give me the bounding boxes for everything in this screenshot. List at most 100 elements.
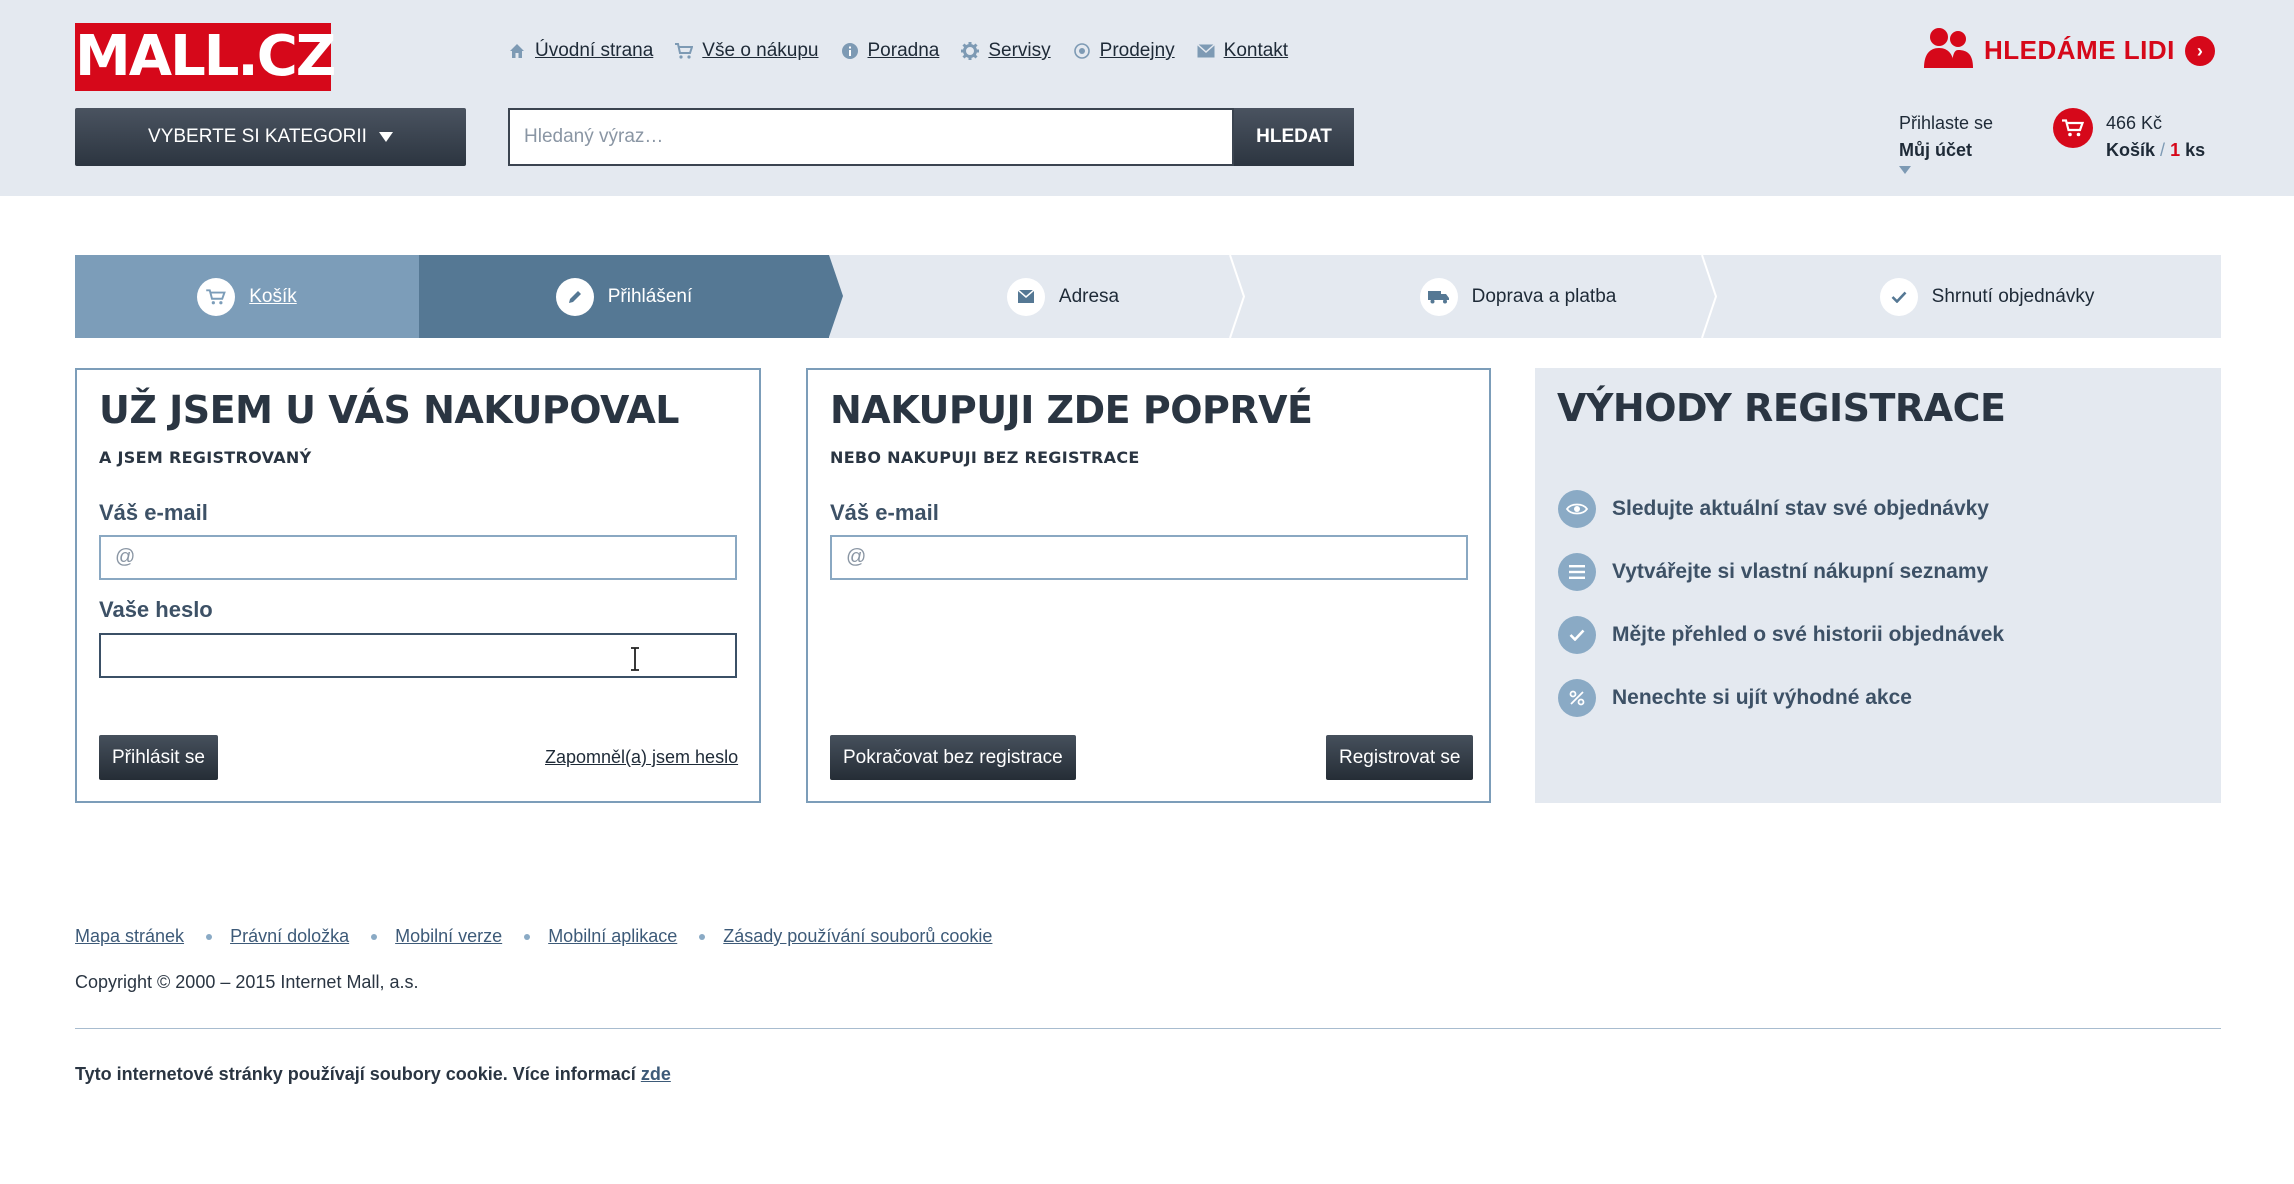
hiring-label: HLEDÁME LIDI [1984, 35, 2175, 65]
category-button[interactable]: VYBERTE SI KATEGORII [75, 108, 466, 166]
nav-contact[interactable]: Kontakt [1196, 40, 1289, 62]
info-icon [841, 42, 859, 60]
cart-summary[interactable]: 466 Kč Košík / 1 ks [2106, 110, 2205, 164]
footer-link-mobile-app[interactable]: Mobilní aplikace [548, 926, 677, 947]
cookie-info-link[interactable]: zde [641, 1064, 671, 1084]
eye-icon [1558, 490, 1596, 528]
step-divider [1229, 255, 1246, 338]
mail-icon [1196, 42, 1215, 60]
register-button[interactable]: Registrovat se [1326, 735, 1474, 780]
cart-price: 466 Kč [2106, 113, 2163, 133]
forgot-password-link[interactable]: Zapomněl(a) jsem heslo [545, 747, 738, 768]
step-divider [1701, 255, 1718, 338]
new-customer-email-field[interactable] [830, 535, 1468, 580]
cookie-notice-text: Tyto internetové stránky používají soubo… [75, 1064, 636, 1084]
login-password-field[interactable] [99, 633, 737, 678]
email-label: Váš e-mail [830, 500, 939, 525]
nav-advice-label: Poradna [867, 40, 940, 61]
benefit-item: Sledujte aktuální stav své objednávky [1558, 490, 1989, 528]
caret-down-icon [1899, 166, 1911, 174]
new-customer-subtitle: NEBO NAKUPUJI BEZ REGISTRACE [830, 448, 1140, 467]
login-button[interactable]: Přihlásit se [99, 735, 218, 780]
step-shipping: Doprava a platba [1283, 255, 1753, 338]
text-cursor-icon [631, 647, 639, 671]
footer-link-sitemap[interactable]: Mapa stránek [75, 926, 184, 947]
top-navigation: Úvodní strana Vše o nákupu Poradna Servi… [508, 40, 1288, 62]
benefit-text: Sledujte aktuální stav své objednávky [1612, 497, 1989, 520]
search-input[interactable] [508, 108, 1234, 166]
home-icon [508, 42, 526, 60]
people-icon [1922, 26, 1974, 75]
registration-benefits-panel: VÝHODY REGISTRACE Sledujte aktuální stav… [1535, 368, 2221, 803]
step-summary-label: Shrnutí objednávky [1931, 285, 2095, 307]
cart-icon [197, 277, 236, 316]
new-customer-title: NAKUPUJI ZDE POPRVÉ [830, 388, 1313, 432]
chevron-right-icon: › [2184, 35, 2215, 66]
cookie-notice: Tyto internetové stránky používají soubo… [75, 1064, 671, 1085]
step-cart-label: Košík [249, 285, 297, 307]
nav-services[interactable]: Servisy [961, 40, 1051, 62]
step-shipping-label: Doprava a platba [1471, 285, 1617, 307]
nav-stores-label: Prodejny [1099, 40, 1175, 61]
cart-count: 1 [2170, 140, 2181, 160]
step-arrow [829, 255, 843, 337]
footer-separator [206, 933, 213, 940]
footer-link-legal[interactable]: Právní doložka [230, 926, 349, 947]
login-panel: UŽ JSEM U VÁS NAKUPOVAL A JSEM REGISTROV… [75, 368, 761, 803]
percent-icon [1558, 679, 1596, 717]
caret-down-icon [378, 132, 393, 142]
nav-stores[interactable]: Prodejny [1073, 40, 1175, 62]
benefits-title: VÝHODY REGISTRACE [1557, 386, 2006, 430]
footer-separator [371, 933, 378, 940]
category-button-label: VYBERTE SI KATEGORII [148, 126, 367, 147]
account-login-prompt: Přihlaste se [1899, 113, 1994, 133]
gear-icon [961, 42, 980, 60]
location-icon [1073, 42, 1091, 60]
benefit-item: Vytvářejte si vlastní nákupní seznamy [1558, 553, 1988, 591]
step-login-label: Přihlášení [607, 285, 693, 307]
footer-link-cookie-policy[interactable]: Zásady používání souborů cookie [723, 926, 992, 947]
password-label: Vaše heslo [99, 597, 213, 622]
cart-unit: ks [2185, 140, 2206, 160]
cart-line: Košík / 1 ks [2106, 137, 2205, 164]
benefit-text: Nenechte si ujít výhodné akce [1612, 686, 1912, 709]
footer-link-mobile-version[interactable]: Mobilní verze [395, 926, 502, 947]
benefit-text: Mějte přehled o své historii objednávek [1612, 623, 2005, 646]
footer-separator [699, 933, 706, 940]
nav-advice[interactable]: Poradna [841, 40, 940, 62]
pencil-icon [555, 277, 594, 316]
cart-icon[interactable] [2053, 108, 2093, 148]
benefit-item: Mějte přehled o své historii objednávek [1558, 616, 2004, 654]
cart-separator: / [2160, 140, 2166, 160]
copyright: Copyright © 2000 – 2015 Internet Mall, a… [75, 972, 419, 992]
email-label: Váš e-mail [99, 500, 208, 525]
step-summary: Shrnutí objednávky [1753, 255, 2221, 338]
footer-separator [524, 933, 531, 940]
account-label: Můj účet [1899, 140, 1973, 160]
nav-about-shopping[interactable]: Vše o nákupu [675, 40, 819, 62]
site-header: MALL.CZ Úvodní strana Vše o nákupu Porad… [0, 0, 2294, 196]
cart-label: Košík [2106, 140, 2156, 160]
cart-icon [675, 42, 694, 60]
check-icon [1558, 616, 1596, 654]
nav-services-label: Servisy [988, 40, 1051, 61]
nav-contact-label: Kontakt [1223, 40, 1289, 61]
footer-links: Mapa stránek Právní doložka Mobilní verz… [75, 926, 992, 947]
benefit-item: Nenechte si ujít výhodné akce [1558, 679, 1912, 717]
search-button[interactable]: HLEDAT [1234, 108, 1354, 166]
footer-divider [75, 1028, 2221, 1029]
list-icon [1558, 553, 1596, 591]
account-menu[interactable]: Přihlaste se Můj účet [1899, 110, 1993, 174]
mall-logo[interactable]: MALL.CZ [75, 23, 336, 91]
login-title: UŽ JSEM U VÁS NAKUPOVAL [99, 388, 680, 432]
nav-home[interactable]: Úvodní strana [508, 40, 653, 62]
login-email-field[interactable] [99, 535, 737, 580]
step-address-label: Adresa [1058, 285, 1120, 307]
hiring-link[interactable]: HLEDÁME LIDI › [1922, 26, 2215, 75]
step-login: Přihlášení [419, 255, 829, 338]
continue-without-registration-button[interactable]: Pokračovat bez registrace [830, 735, 1076, 780]
nav-about-shopping-label: Vše o nákupu [702, 40, 819, 61]
step-cart[interactable]: Košík [75, 255, 419, 338]
envelope-icon [1006, 277, 1045, 316]
new-customer-panel: NAKUPUJI ZDE POPRVÉ NEBO NAKUPUJI BEZ RE… [806, 368, 1491, 803]
